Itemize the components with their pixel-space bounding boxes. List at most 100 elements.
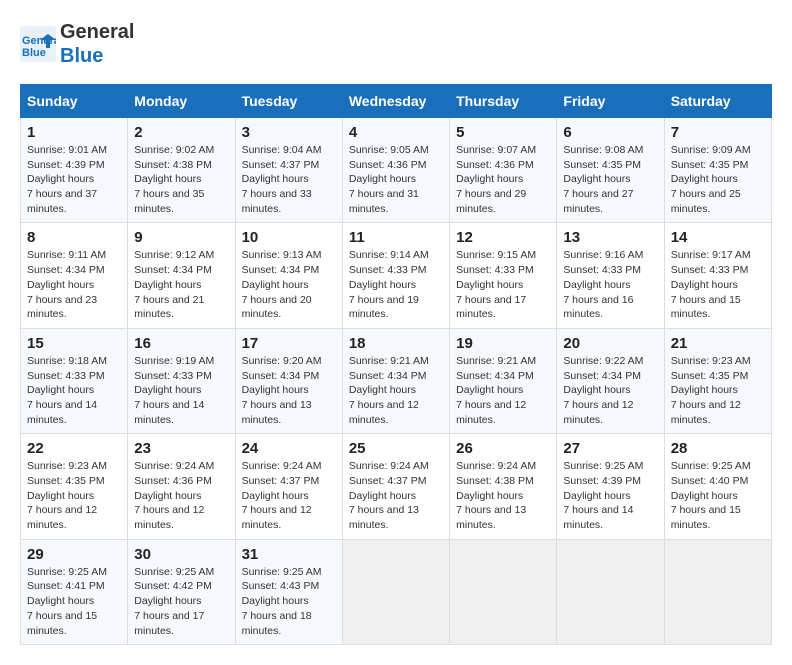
day-cell: 11 Sunrise: 9:14 AM Sunset: 4:33 PM Dayl… xyxy=(342,223,449,328)
day-info: Sunrise: 9:19 AM Sunset: 4:33 PM Dayligh… xyxy=(134,354,228,427)
header-tuesday: Tuesday xyxy=(235,85,342,118)
week-row-4: 22 Sunrise: 9:23 AM Sunset: 4:35 PM Dayl… xyxy=(21,434,772,539)
day-cell: 29 Sunrise: 9:25 AM Sunset: 4:41 PM Dayl… xyxy=(21,539,128,644)
day-cell: 22 Sunrise: 9:23 AM Sunset: 4:35 PM Dayl… xyxy=(21,434,128,539)
day-number: 27 xyxy=(563,440,657,457)
logo-text-general: General xyxy=(60,20,134,44)
day-cell: 30 Sunrise: 9:25 AM Sunset: 4:42 PM Dayl… xyxy=(128,539,235,644)
day-cell: 31 Sunrise: 9:25 AM Sunset: 4:43 PM Dayl… xyxy=(235,539,342,644)
day-info: Sunrise: 9:23 AM Sunset: 4:35 PM Dayligh… xyxy=(27,459,121,532)
day-number: 13 xyxy=(563,229,657,246)
day-number: 16 xyxy=(134,335,228,352)
day-number: 19 xyxy=(456,335,550,352)
header-thursday: Thursday xyxy=(450,85,557,118)
day-cell xyxy=(664,539,771,644)
day-number: 31 xyxy=(242,546,336,563)
day-info: Sunrise: 9:12 AM Sunset: 4:34 PM Dayligh… xyxy=(134,248,228,321)
day-cell: 12 Sunrise: 9:15 AM Sunset: 4:33 PM Dayl… xyxy=(450,223,557,328)
day-info: Sunrise: 9:04 AM Sunset: 4:37 PM Dayligh… xyxy=(242,143,336,216)
day-cell: 9 Sunrise: 9:12 AM Sunset: 4:34 PM Dayli… xyxy=(128,223,235,328)
day-info: Sunrise: 9:13 AM Sunset: 4:34 PM Dayligh… xyxy=(242,248,336,321)
day-info: Sunrise: 9:11 AM Sunset: 4:34 PM Dayligh… xyxy=(27,248,121,321)
day-number: 30 xyxy=(134,546,228,563)
header-sunday: Sunday xyxy=(21,85,128,118)
day-cell: 25 Sunrise: 9:24 AM Sunset: 4:37 PM Dayl… xyxy=(342,434,449,539)
day-info: Sunrise: 9:20 AM Sunset: 4:34 PM Dayligh… xyxy=(242,354,336,427)
day-number: 12 xyxy=(456,229,550,246)
day-cell: 16 Sunrise: 9:19 AM Sunset: 4:33 PM Dayl… xyxy=(128,328,235,433)
day-cell: 18 Sunrise: 9:21 AM Sunset: 4:34 PM Dayl… xyxy=(342,328,449,433)
day-number: 3 xyxy=(242,124,336,141)
day-cell: 23 Sunrise: 9:24 AM Sunset: 4:36 PM Dayl… xyxy=(128,434,235,539)
day-number: 2 xyxy=(134,124,228,141)
day-number: 21 xyxy=(671,335,765,352)
day-info: Sunrise: 9:22 AM Sunset: 4:34 PM Dayligh… xyxy=(563,354,657,427)
day-number: 26 xyxy=(456,440,550,457)
logo-text-blue: Blue xyxy=(60,44,134,68)
day-number: 10 xyxy=(242,229,336,246)
header-monday: Monday xyxy=(128,85,235,118)
day-cell: 15 Sunrise: 9:18 AM Sunset: 4:33 PM Dayl… xyxy=(21,328,128,433)
day-info: Sunrise: 9:05 AM Sunset: 4:36 PM Dayligh… xyxy=(349,143,443,216)
day-cell: 8 Sunrise: 9:11 AM Sunset: 4:34 PM Dayli… xyxy=(21,223,128,328)
day-info: Sunrise: 9:08 AM Sunset: 4:35 PM Dayligh… xyxy=(563,143,657,216)
day-cell: 27 Sunrise: 9:25 AM Sunset: 4:39 PM Dayl… xyxy=(557,434,664,539)
header-friday: Friday xyxy=(557,85,664,118)
header-wednesday: Wednesday xyxy=(342,85,449,118)
day-cell xyxy=(557,539,664,644)
day-number: 25 xyxy=(349,440,443,457)
day-info: Sunrise: 9:24 AM Sunset: 4:37 PM Dayligh… xyxy=(242,459,336,532)
day-info: Sunrise: 9:17 AM Sunset: 4:33 PM Dayligh… xyxy=(671,248,765,321)
day-cell: 28 Sunrise: 9:25 AM Sunset: 4:40 PM Dayl… xyxy=(664,434,771,539)
day-cell xyxy=(342,539,449,644)
day-info: Sunrise: 9:23 AM Sunset: 4:35 PM Dayligh… xyxy=(671,354,765,427)
header-row: SundayMondayTuesdayWednesdayThursdayFrid… xyxy=(21,85,772,118)
day-cell xyxy=(450,539,557,644)
day-number: 7 xyxy=(671,124,765,141)
day-cell: 6 Sunrise: 9:08 AM Sunset: 4:35 PM Dayli… xyxy=(557,118,664,223)
day-number: 6 xyxy=(563,124,657,141)
day-info: Sunrise: 9:25 AM Sunset: 4:43 PM Dayligh… xyxy=(242,565,336,638)
day-number: 17 xyxy=(242,335,336,352)
day-info: Sunrise: 9:18 AM Sunset: 4:33 PM Dayligh… xyxy=(27,354,121,427)
day-cell: 10 Sunrise: 9:13 AM Sunset: 4:34 PM Dayl… xyxy=(235,223,342,328)
day-info: Sunrise: 9:01 AM Sunset: 4:39 PM Dayligh… xyxy=(27,143,121,216)
header-saturday: Saturday xyxy=(664,85,771,118)
day-cell: 20 Sunrise: 9:22 AM Sunset: 4:34 PM Dayl… xyxy=(557,328,664,433)
day-info: Sunrise: 9:02 AM Sunset: 4:38 PM Dayligh… xyxy=(134,143,228,216)
day-info: Sunrise: 9:09 AM Sunset: 4:35 PM Dayligh… xyxy=(671,143,765,216)
day-info: Sunrise: 9:21 AM Sunset: 4:34 PM Dayligh… xyxy=(349,354,443,427)
svg-text:Blue: Blue xyxy=(22,47,46,59)
day-info: Sunrise: 9:25 AM Sunset: 4:40 PM Dayligh… xyxy=(671,459,765,532)
day-number: 29 xyxy=(27,546,121,563)
day-number: 5 xyxy=(456,124,550,141)
logo: General Blue General Blue xyxy=(20,20,134,68)
day-cell: 21 Sunrise: 9:23 AM Sunset: 4:35 PM Dayl… xyxy=(664,328,771,433)
day-info: Sunrise: 9:21 AM Sunset: 4:34 PM Dayligh… xyxy=(456,354,550,427)
day-cell: 1 Sunrise: 9:01 AM Sunset: 4:39 PM Dayli… xyxy=(21,118,128,223)
day-number: 1 xyxy=(27,124,121,141)
week-row-5: 29 Sunrise: 9:25 AM Sunset: 4:41 PM Dayl… xyxy=(21,539,772,644)
week-row-1: 1 Sunrise: 9:01 AM Sunset: 4:39 PM Dayli… xyxy=(21,118,772,223)
day-info: Sunrise: 9:16 AM Sunset: 4:33 PM Dayligh… xyxy=(563,248,657,321)
day-number: 9 xyxy=(134,229,228,246)
day-number: 23 xyxy=(134,440,228,457)
day-number: 18 xyxy=(349,335,443,352)
day-cell: 17 Sunrise: 9:20 AM Sunset: 4:34 PM Dayl… xyxy=(235,328,342,433)
day-cell: 24 Sunrise: 9:24 AM Sunset: 4:37 PM Dayl… xyxy=(235,434,342,539)
day-number: 28 xyxy=(671,440,765,457)
day-info: Sunrise: 9:14 AM Sunset: 4:33 PM Dayligh… xyxy=(349,248,443,321)
day-number: 22 xyxy=(27,440,121,457)
day-cell: 13 Sunrise: 9:16 AM Sunset: 4:33 PM Dayl… xyxy=(557,223,664,328)
day-cell: 7 Sunrise: 9:09 AM Sunset: 4:35 PM Dayli… xyxy=(664,118,771,223)
day-info: Sunrise: 9:24 AM Sunset: 4:36 PM Dayligh… xyxy=(134,459,228,532)
day-info: Sunrise: 9:07 AM Sunset: 4:36 PM Dayligh… xyxy=(456,143,550,216)
calendar-table: SundayMondayTuesdayWednesdayThursdayFrid… xyxy=(20,84,772,645)
day-cell: 19 Sunrise: 9:21 AM Sunset: 4:34 PM Dayl… xyxy=(450,328,557,433)
day-number: 4 xyxy=(349,124,443,141)
week-row-3: 15 Sunrise: 9:18 AM Sunset: 4:33 PM Dayl… xyxy=(21,328,772,433)
day-info: Sunrise: 9:25 AM Sunset: 4:42 PM Dayligh… xyxy=(134,565,228,638)
day-number: 15 xyxy=(27,335,121,352)
day-cell: 3 Sunrise: 9:04 AM Sunset: 4:37 PM Dayli… xyxy=(235,118,342,223)
day-cell: 2 Sunrise: 9:02 AM Sunset: 4:38 PM Dayli… xyxy=(128,118,235,223)
